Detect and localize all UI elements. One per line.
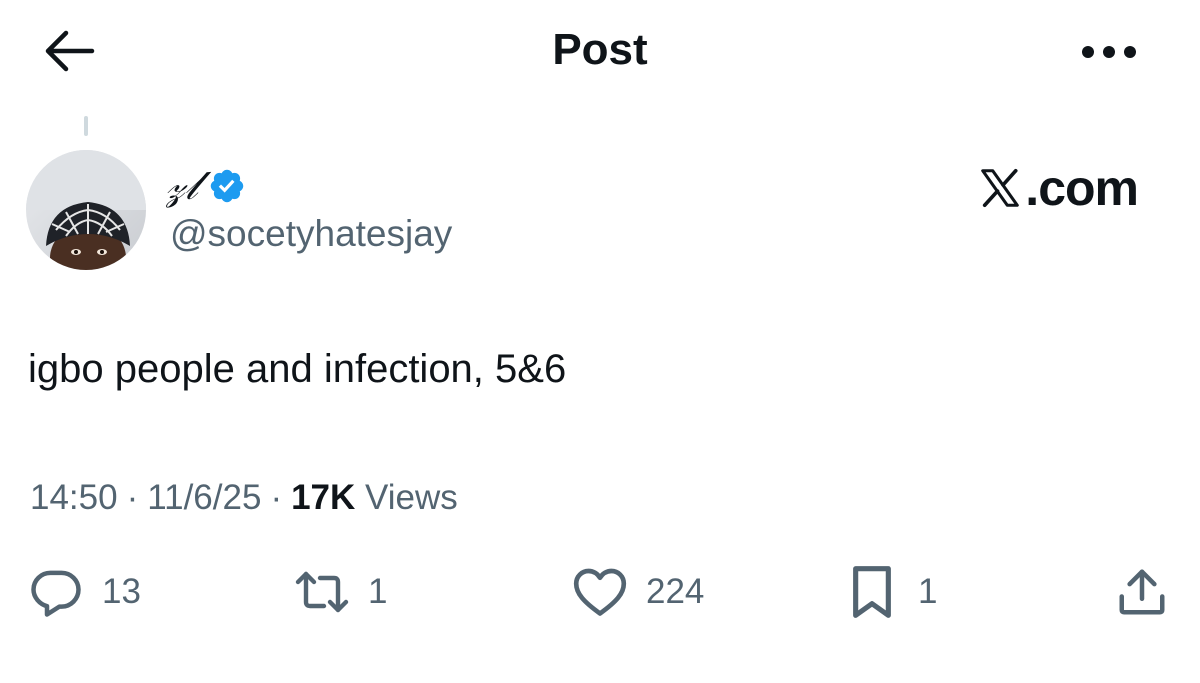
- reply-button[interactable]: 13: [28, 564, 141, 620]
- meta-separator: ·: [270, 478, 283, 517]
- post-date[interactable]: 11/6/25: [147, 478, 261, 517]
- bookmark-icon: [844, 564, 900, 620]
- post-text: igbo people and infection, 5&6: [28, 347, 567, 391]
- more-horizontal-icon: [1082, 46, 1136, 58]
- verified-badge-icon: [208, 167, 246, 205]
- author-display-name[interactable]: 𝓏𝓁: [166, 164, 198, 208]
- share-icon: [1119, 569, 1165, 615]
- avatar-image: [26, 150, 146, 270]
- like-count: 224: [646, 572, 705, 611]
- x-com-watermark: .com: [977, 158, 1139, 218]
- repost-count: 1: [368, 572, 388, 611]
- thread-connector-line: [84, 116, 88, 136]
- more-options-button[interactable]: [1074, 28, 1144, 76]
- like-button[interactable]: 224: [572, 564, 704, 620]
- reply-icon: [28, 564, 84, 620]
- meta-separator: ·: [126, 478, 139, 517]
- views-label: Views: [365, 478, 458, 517]
- x-logo-icon: [981, 168, 1020, 208]
- page-title: Post: [552, 25, 648, 74]
- back-button[interactable]: [40, 22, 98, 80]
- heart-icon: [572, 564, 628, 620]
- avatar[interactable]: [26, 150, 146, 270]
- author-handle[interactable]: @socetyhatesjay: [170, 210, 452, 258]
- views-count[interactable]: 17K: [291, 478, 355, 517]
- watermark-text: .com: [1025, 160, 1139, 216]
- post-time[interactable]: 14:50: [30, 478, 118, 517]
- share-button[interactable]: [1112, 564, 1172, 620]
- reply-count: 13: [102, 572, 141, 611]
- repost-button[interactable]: 1: [294, 564, 387, 620]
- author-name-row: 𝓏𝓁: [166, 160, 246, 212]
- repost-icon: [294, 564, 350, 620]
- post-meta: 14:50 · 11/6/25 · 17K Views: [30, 474, 458, 522]
- bookmark-button[interactable]: 1: [844, 564, 937, 620]
- arrow-left-icon: [45, 30, 95, 72]
- bookmark-count: 1: [918, 572, 938, 611]
